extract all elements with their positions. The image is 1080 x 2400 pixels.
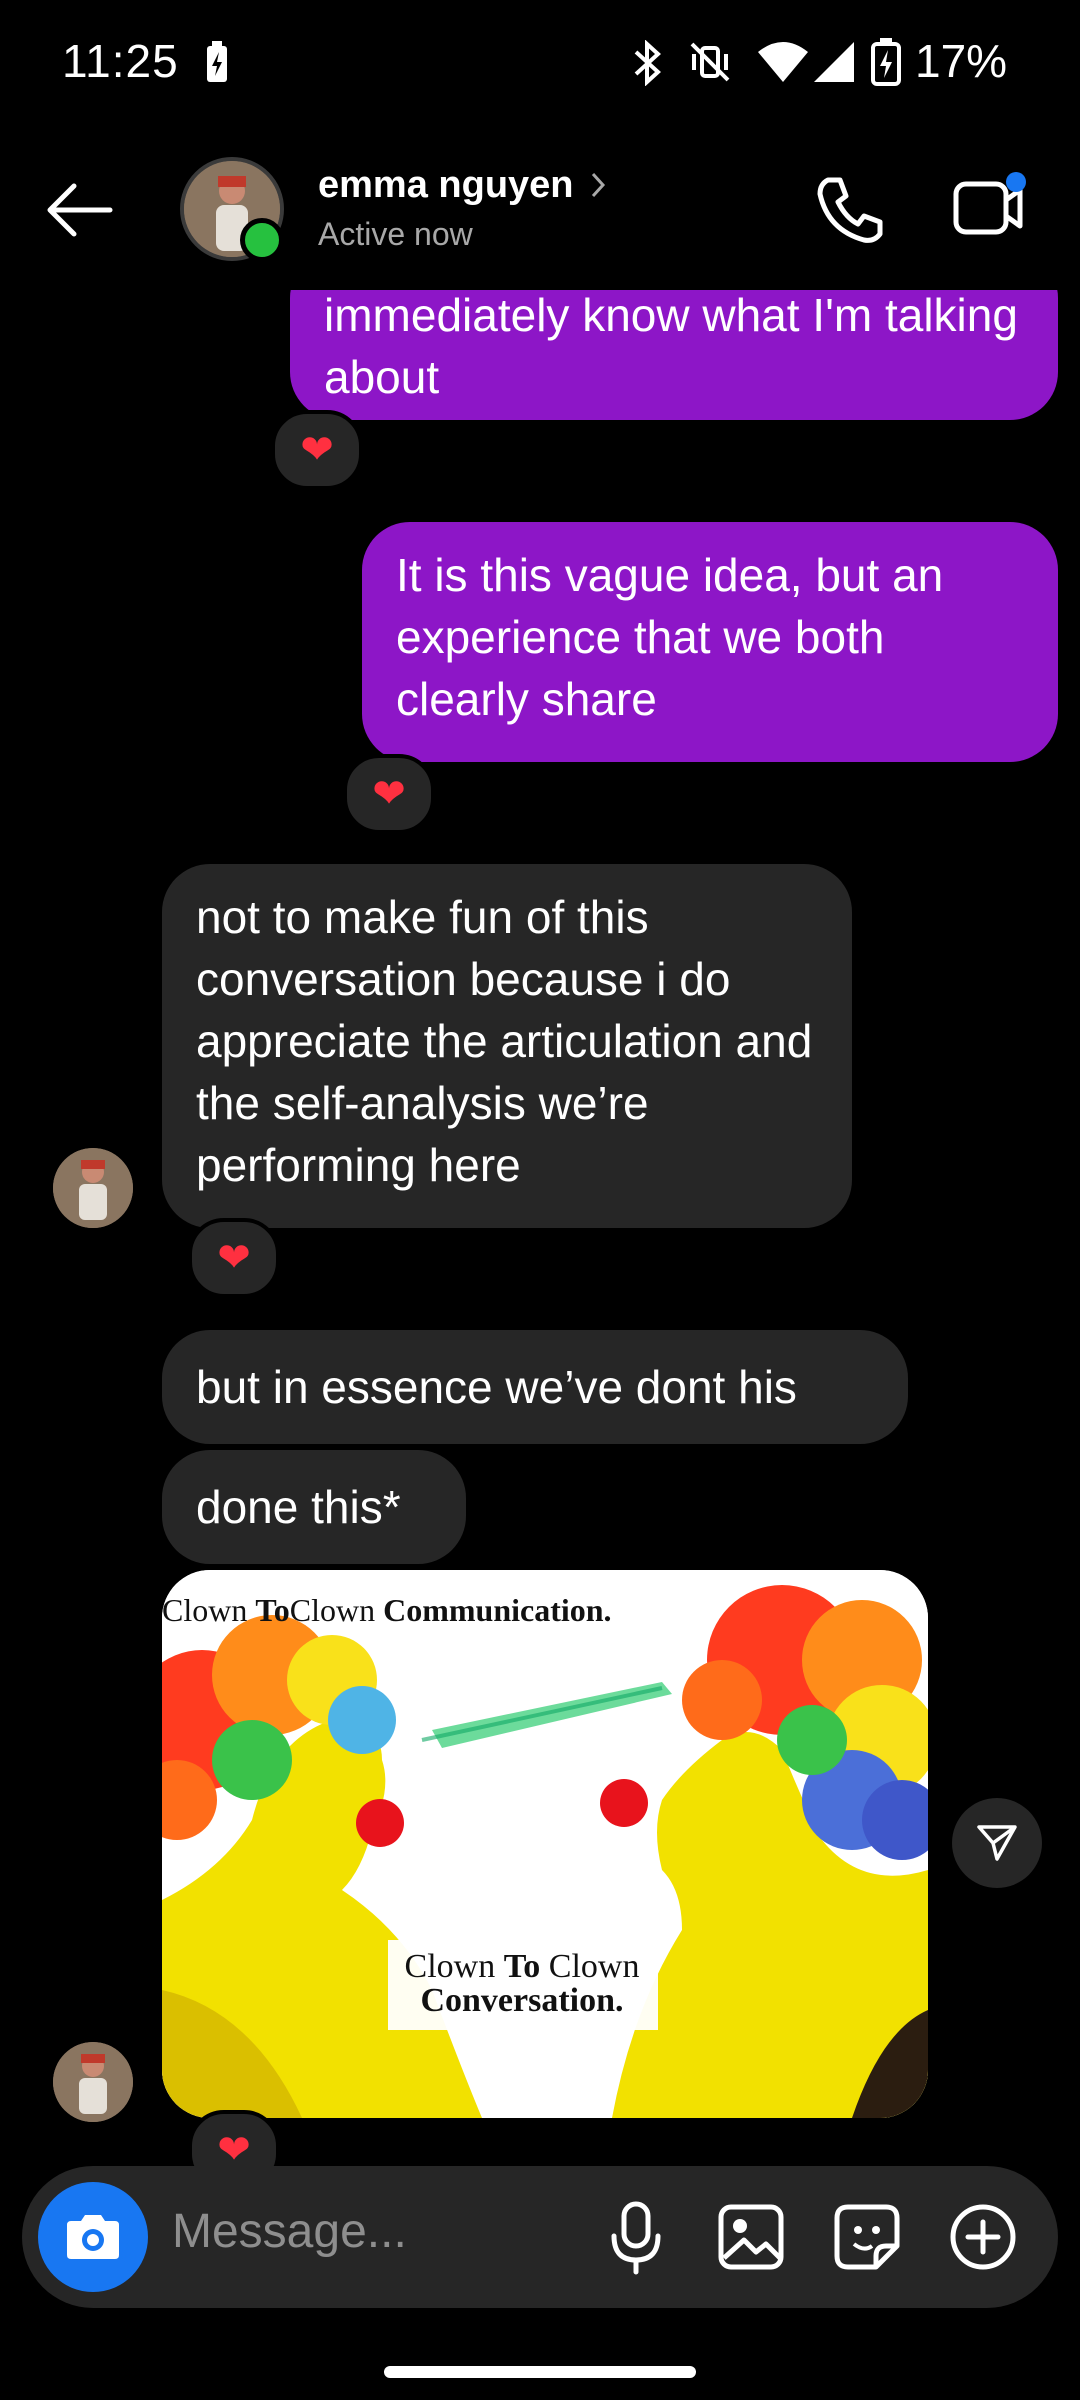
wifi-icon bbox=[758, 42, 808, 82]
battery-charging-icon bbox=[207, 41, 227, 82]
active-status: Active now bbox=[318, 216, 473, 252]
avatar-image bbox=[53, 2042, 133, 2122]
heart-reaction[interactable]: ❤ bbox=[188, 1218, 280, 1298]
image-caption: Clown To Clown Conversation. bbox=[404, 1948, 640, 2019]
gallery-icon[interactable] bbox=[716, 2202, 786, 2272]
clown-meme-image bbox=[162, 1570, 928, 2118]
status-time: 11:25 bbox=[62, 35, 179, 87]
chat-header: emma nguyen Active now bbox=[0, 130, 1080, 290]
incoming-message[interactable]: but in essence we’ve dont his bbox=[162, 1330, 908, 1444]
heart-reaction[interactable]: ❤ bbox=[271, 410, 363, 490]
camera-icon bbox=[67, 2215, 119, 2259]
battery-icon bbox=[871, 38, 901, 86]
send-icon bbox=[977, 1825, 1017, 1861]
chat-thread[interactable]: immediately know what I'm talking about … bbox=[0, 250, 1080, 2190]
back-arrow-icon[interactable] bbox=[44, 180, 114, 240]
battery-percent: 17% bbox=[915, 35, 1008, 87]
phone-icon[interactable] bbox=[814, 174, 886, 246]
vibrate-off-icon bbox=[690, 42, 730, 82]
sender-avatar[interactable] bbox=[53, 2042, 133, 2122]
sender-avatar[interactable] bbox=[53, 1148, 133, 1228]
contact-name[interactable]: emma nguyen bbox=[318, 164, 574, 207]
camera-button[interactable] bbox=[38, 2182, 148, 2292]
microphone-icon[interactable] bbox=[606, 2198, 666, 2278]
add-icon[interactable] bbox=[948, 2202, 1018, 2272]
message-text: not to make fun of this conversation bec… bbox=[196, 891, 813, 1191]
message-composer: Message... bbox=[22, 2166, 1058, 2308]
heart-icon: ❤ bbox=[372, 772, 406, 816]
cellular-signal-icon bbox=[814, 42, 854, 82]
message-text: It is this vague idea, but an experience… bbox=[396, 549, 944, 725]
message-text: but in essence we’ve dont his bbox=[196, 1361, 797, 1413]
share-button[interactable] bbox=[952, 1798, 1042, 1888]
outgoing-message[interactable]: It is this vague idea, but an experience… bbox=[362, 522, 1058, 762]
home-indicator[interactable] bbox=[384, 2366, 696, 2378]
video-call-icon[interactable] bbox=[950, 170, 1030, 242]
chevron-right-icon[interactable] bbox=[588, 170, 608, 200]
image-message[interactable]: Clown ToClown Communication. Clown To Cl… bbox=[162, 1570, 928, 2118]
incoming-message[interactable]: done this* bbox=[162, 1450, 466, 1564]
bluetooth-icon bbox=[634, 40, 661, 86]
online-status-dot bbox=[240, 218, 284, 262]
image-title: Clown ToClown Communication. bbox=[162, 1592, 612, 1628]
status-bar: 11:25 17% bbox=[0, 0, 1080, 130]
message-text: done this* bbox=[196, 1481, 401, 1533]
incoming-message[interactable]: not to make fun of this conversation bec… bbox=[162, 864, 852, 1228]
sticker-icon[interactable] bbox=[832, 2202, 902, 2272]
heart-icon: ❤ bbox=[217, 1236, 251, 1280]
avatar-image bbox=[53, 1148, 133, 1228]
message-input[interactable]: Message... bbox=[172, 2204, 407, 2259]
heart-reaction[interactable]: ❤ bbox=[343, 754, 435, 834]
message-text: immediately know what I'm talking about bbox=[324, 289, 1018, 403]
heart-icon: ❤ bbox=[300, 428, 334, 472]
